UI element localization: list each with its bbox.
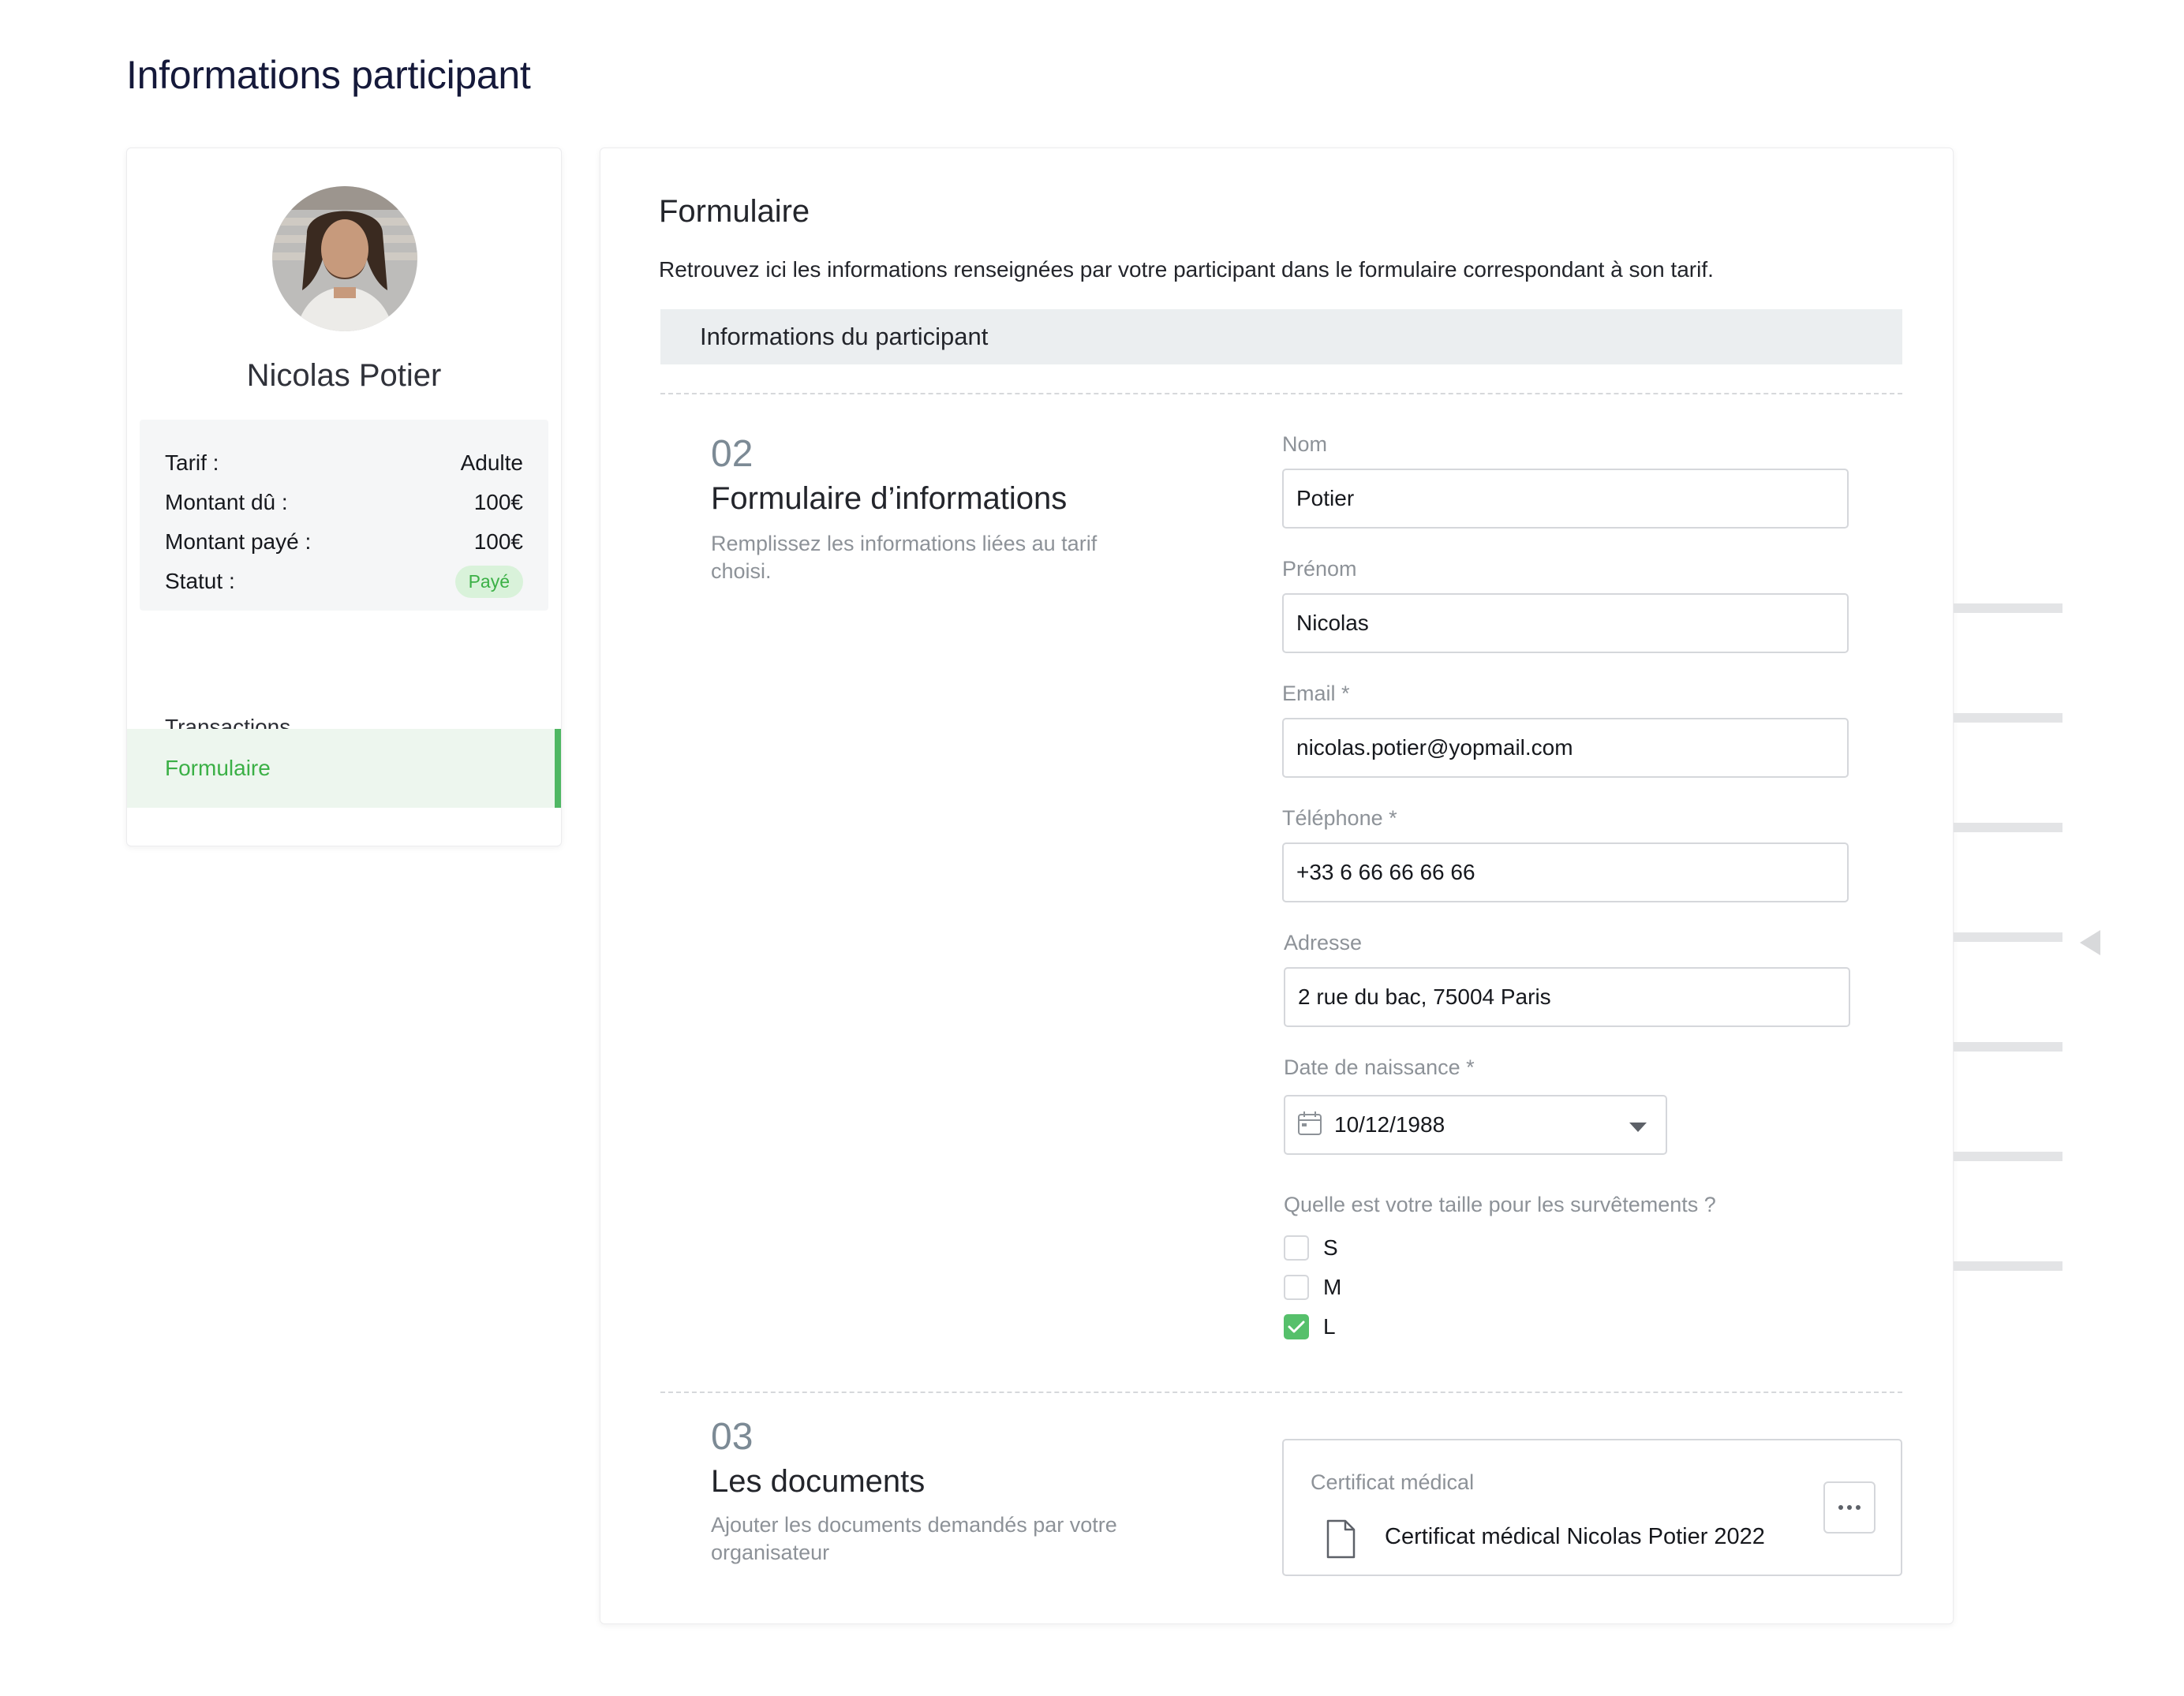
size-option-m[interactable]: M	[1284, 1273, 1341, 1302]
form-description: Retrouvez ici les informations renseigné…	[659, 257, 1714, 282]
checkbox-label: S	[1323, 1235, 1338, 1260]
scroll-marker	[1954, 1152, 2062, 1161]
form-card: Formulaire Retrouvez ici les information…	[600, 148, 1954, 1624]
summary-value: Adulte	[460, 450, 523, 475]
checkbox-label: M	[1323, 1275, 1342, 1299]
checkbox-checked[interactable]	[1284, 1314, 1309, 1339]
divider	[660, 393, 1902, 394]
email-field[interactable]	[1282, 718, 1849, 778]
chevron-down-icon	[1629, 1123, 1647, 1132]
nom-label: Nom	[1282, 432, 1328, 456]
prenom-input[interactable]	[1282, 593, 1849, 653]
summary-row-tarif: Tarif : Adulte	[165, 443, 523, 483]
step-title: Formulaire d’informations	[711, 481, 1068, 516]
size-question-label: Quelle est votre taille pour les survête…	[1284, 1193, 1716, 1216]
step-title: Les documents	[711, 1464, 926, 1499]
avatar	[272, 186, 417, 331]
file-icon	[1325, 1519, 1356, 1563]
summary-label: Montant dû :	[165, 490, 288, 514]
summary-value: 100€	[473, 529, 523, 554]
more-dots-icon	[1838, 1505, 1861, 1510]
section-title: Informations du participant	[700, 323, 989, 350]
participant-profile-card: Nicolas Potier Tarif : Adulte Montant dû…	[126, 148, 562, 846]
email-label: Email *	[1282, 682, 1350, 705]
adresse-label: Adresse	[1284, 931, 1363, 954]
divider	[660, 1392, 1902, 1393]
checkbox[interactable]	[1284, 1235, 1309, 1261]
step-number: 02	[711, 433, 754, 475]
step-number: 03	[711, 1416, 754, 1458]
summary-label: Statut :	[165, 569, 235, 593]
calendar-icon	[1296, 1110, 1323, 1141]
summary-label: Montant payé :	[165, 529, 312, 554]
document-label: Certificat médical	[1311, 1470, 1475, 1494]
scroll-marker	[1954, 1042, 2062, 1052]
page-title: Informations participant	[126, 53, 531, 97]
scroll-marker	[1954, 823, 2062, 832]
check-icon	[1288, 1321, 1305, 1333]
sidebar-item-formulaire[interactable]: Formulaire	[127, 729, 561, 808]
checkbox-label: L	[1323, 1314, 1336, 1339]
date-naissance-label: Date de naissance *	[1284, 1055, 1475, 1079]
participant-summary: Tarif : Adulte Montant dû : 100€ Montant…	[140, 420, 548, 611]
step-description: Remplissez les informations liées au tar…	[711, 532, 1098, 583]
scroll-marker	[1954, 1261, 2062, 1271]
nom-input[interactable]	[1282, 469, 1849, 529]
summary-label: Tarif :	[165, 450, 219, 475]
participant-name: Nicolas Potier	[246, 358, 442, 393]
more-options-button[interactable]	[1823, 1481, 1875, 1533]
scroll-marker	[1954, 603, 2062, 613]
document-file-name[interactable]: Certificat médical Nicolas Potier 2022	[1385, 1524, 1765, 1550]
size-option-l[interactable]: L	[1284, 1313, 1336, 1341]
checkbox[interactable]	[1284, 1275, 1309, 1300]
section-header: Informations du participant	[660, 309, 1902, 364]
telephone-label: Téléphone *	[1282, 806, 1397, 830]
step-description: Ajouter les documents demandés par votre…	[711, 1513, 1117, 1564]
status-badge: Payé	[454, 565, 523, 598]
prenom-label: Prénom	[1282, 557, 1357, 581]
form-title: Formulaire	[659, 194, 810, 229]
scroll-marker	[1954, 713, 2062, 723]
summary-row-statut: Statut : Payé	[165, 562, 523, 601]
birthdate-value: 10/12/1988	[1334, 1112, 1445, 1137]
summary-row-montant-paye: Montant payé : 100€	[165, 522, 523, 562]
size-option-s[interactable]: S	[1284, 1234, 1338, 1262]
summary-value: 100€	[473, 490, 523, 514]
adresse-field[interactable]	[1284, 967, 1850, 1027]
document-card: Certificat médical Certificat médical Ni…	[1282, 1439, 1902, 1576]
telephone-field[interactable]	[1282, 842, 1849, 902]
scroll-marker	[1954, 932, 2062, 942]
birthdate-select[interactable]: 10/12/1988	[1284, 1095, 1667, 1155]
summary-row-montant-du: Montant dû : 100€	[165, 483, 523, 522]
collapse-arrow-icon[interactable]	[2080, 930, 2100, 955]
